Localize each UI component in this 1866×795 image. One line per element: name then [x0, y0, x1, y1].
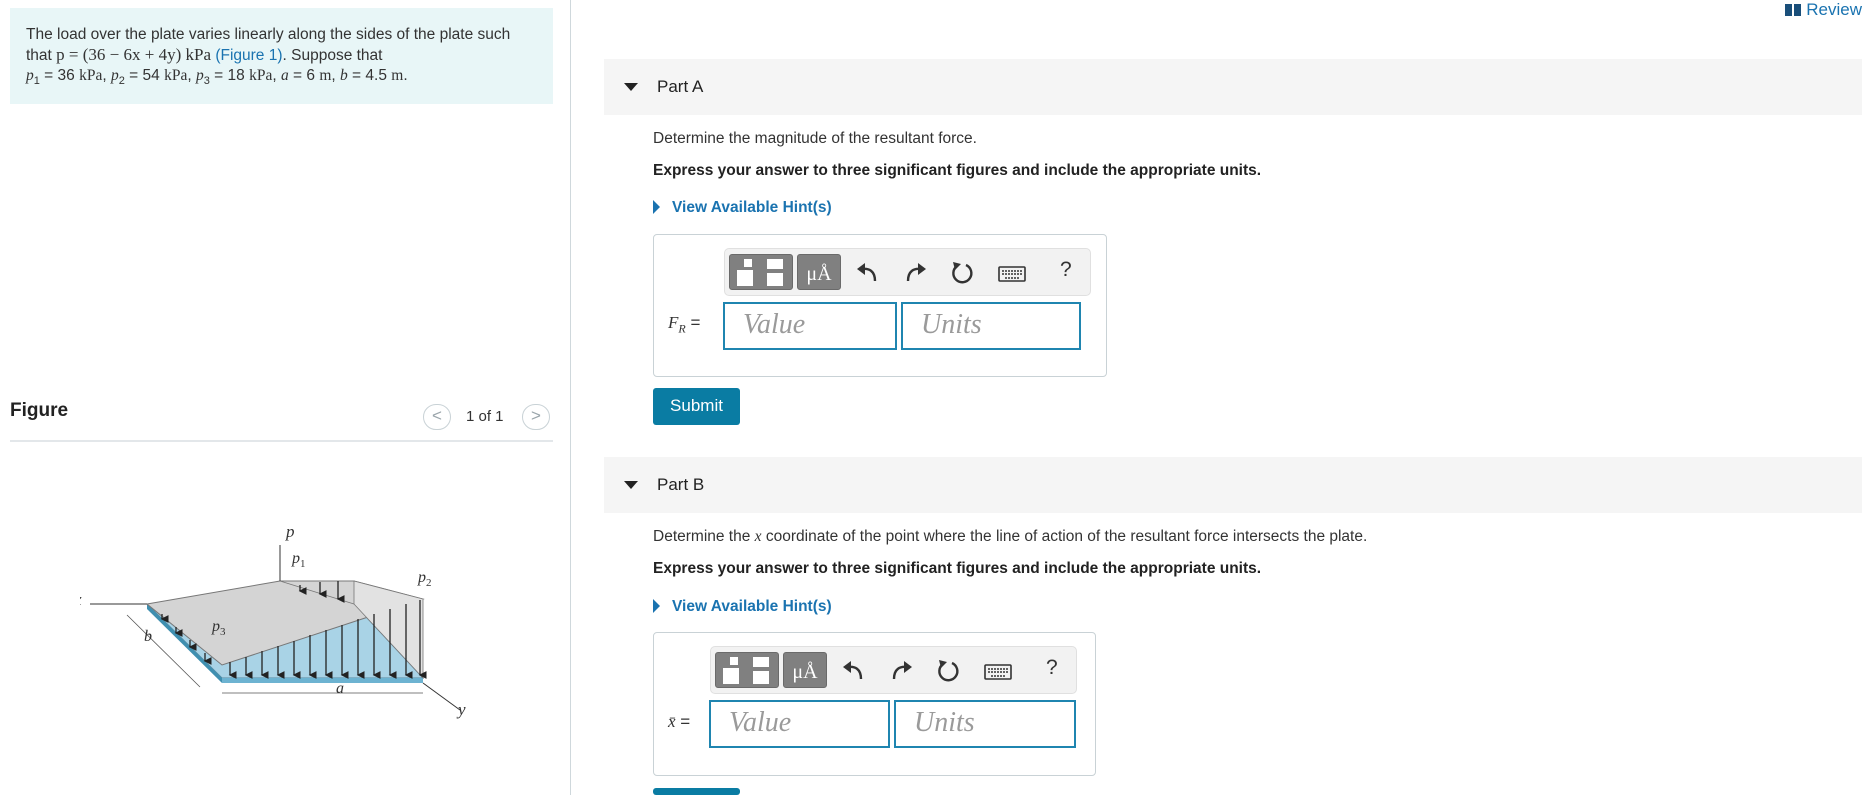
- part-b-value-input[interactable]: Value: [709, 700, 890, 748]
- left-panel: The load over the plate varies linearly …: [0, 0, 572, 795]
- expand-triangle-icon: [653, 599, 660, 613]
- dimension-a-label: a: [336, 680, 344, 697]
- part-b-math-toolbar: μÅ ?: [710, 646, 1077, 694]
- problem-statement: The load over the plate varies linearly …: [10, 8, 553, 104]
- part-a-answer-label: FR =: [668, 313, 701, 336]
- figure-page-count: 1 of 1: [466, 408, 504, 425]
- plate-side-edge: [222, 678, 423, 683]
- part-b-units-input[interactable]: Units: [894, 700, 1076, 748]
- next-figure-button[interactable]: >: [522, 404, 550, 430]
- problem-line-3: p1 = 36 kPa, p2 = 54 kPa, p3 = 18 kPa, a…: [26, 67, 408, 88]
- p2-value: 54: [142, 67, 160, 84]
- expand-triangle-icon: [653, 200, 660, 214]
- keyboard-icon[interactable]: [997, 259, 1027, 287]
- review-link[interactable]: Review: [1785, 0, 1862, 20]
- part-b-submit-button[interactable]: [653, 788, 740, 795]
- p2-label: p2: [417, 569, 432, 589]
- templates-icon[interactable]: [729, 254, 793, 290]
- undo-icon[interactable]: [839, 657, 869, 685]
- p1-label: p1: [291, 550, 306, 570]
- p3-value: 18: [227, 67, 245, 84]
- figure-link[interactable]: (Figure 1): [215, 47, 282, 64]
- part-a-header[interactable]: Part A: [604, 59, 1862, 115]
- part-a-units-input[interactable]: Units: [901, 302, 1081, 350]
- units-icon[interactable]: μÅ: [783, 652, 827, 688]
- b-value: 4.5: [365, 67, 387, 84]
- part-b-answer-box: μÅ ? x̄ = Value Units: [653, 632, 1096, 776]
- column-divider: [570, 0, 571, 795]
- part-b-question: Determine the x coordinate of the point …: [653, 528, 1368, 545]
- part-b-header[interactable]: Part B: [604, 457, 1862, 513]
- reset-icon[interactable]: [933, 657, 963, 685]
- collapse-triangle-icon: [624, 83, 638, 91]
- help-icon[interactable]: ?: [1046, 656, 1058, 680]
- part-b-instruction: Express your answer to three significant…: [653, 560, 1262, 577]
- part-a-hint-link[interactable]: View Available Hint(s): [653, 199, 832, 217]
- p1-value: 36: [57, 67, 75, 84]
- hint-label: View Available Hint(s): [672, 199, 832, 216]
- undo-icon[interactable]: [853, 259, 883, 287]
- part-a-instruction: Express your answer to three significant…: [653, 162, 1262, 179]
- part-b-title: Part B: [657, 475, 705, 494]
- figure-divider: [10, 440, 553, 442]
- dimension-b-label: b: [144, 628, 152, 645]
- p-axis-label: p: [285, 522, 295, 541]
- templates-icon[interactable]: [715, 652, 779, 688]
- problem-text: that: [26, 47, 57, 64]
- review-label: Review: [1806, 0, 1862, 19]
- part-a-answer-box: μÅ ? FR = Value Units: [653, 234, 1107, 377]
- keyboard-icon[interactable]: [983, 657, 1013, 685]
- previous-figure-button[interactable]: <: [423, 404, 451, 430]
- part-b-hint-link[interactable]: View Available Hint(s): [653, 598, 832, 616]
- problem-text: . Suppose that: [282, 47, 383, 64]
- part-a-submit-button[interactable]: Submit: [653, 388, 740, 425]
- load-formula: p = (36 − 6x + 4y) kPa: [56, 45, 212, 64]
- y-axis-label: y: [456, 700, 466, 719]
- figure-title: Figure: [10, 400, 69, 421]
- a-value: 6: [306, 67, 315, 84]
- review-book-icon: [1785, 4, 1802, 16]
- x-axis-label: x: [80, 590, 82, 609]
- plate-load-figure: x p y a b p1 p2 p3: [80, 522, 466, 719]
- problem-line-2: that p = (36 − 6x + 4y) kPa (Figure 1). …: [26, 45, 537, 66]
- part-a-title: Part A: [657, 77, 704, 96]
- hint-label: View Available Hint(s): [672, 598, 832, 615]
- collapse-triangle-icon: [624, 481, 638, 489]
- problem-line-1: The load over the plate varies linearly …: [26, 26, 511, 43]
- part-a-question: Determine the magnitude of the resultant…: [653, 130, 977, 147]
- y-axis-line: [422, 682, 461, 711]
- redo-icon[interactable]: [900, 259, 930, 287]
- part-a-value-input[interactable]: Value: [723, 302, 897, 350]
- reset-icon[interactable]: [947, 259, 977, 287]
- redo-icon[interactable]: [886, 657, 916, 685]
- units-icon[interactable]: μÅ: [797, 254, 841, 290]
- part-a-math-toolbar: μÅ ?: [724, 248, 1091, 296]
- part-b-answer-label: x̄ =: [668, 712, 691, 731]
- help-icon[interactable]: ?: [1060, 258, 1072, 282]
